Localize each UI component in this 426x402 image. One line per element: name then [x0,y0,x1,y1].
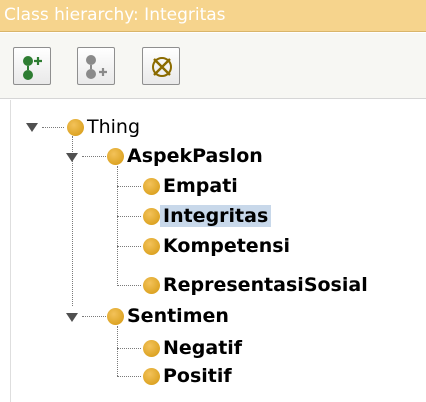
tree-node-kompetensi[interactable]: Kompetensi [143,233,290,259]
tree-node-label: Kompetensi [163,235,291,257]
class-icon [107,147,124,165]
tree-node-integritas[interactable]: Integritas [143,203,272,229]
tree-node-representasisosial[interactable]: RepresentasiSosial [143,272,368,298]
add-subclass-button[interactable] [13,47,51,85]
tree-node-thing[interactable]: Thing [67,114,140,140]
view-title-bar: Class hierarchy: Integritas [0,0,426,32]
tree-connector [117,216,141,217]
add-sibling-class-button[interactable] [77,47,115,85]
tree-node-label: Integritas [160,205,272,227]
tree-connector [82,156,106,157]
tree-connector [117,246,141,247]
tree-node-empati[interactable]: Empati [143,173,238,199]
delete-class-icon [152,57,172,77]
tree-connector [117,166,118,286]
delete-class-button[interactable] [142,47,180,85]
tree-node-label: Thing [87,116,141,138]
add-sibling-class-icon [86,55,107,79]
class-icon [107,307,124,325]
tree-node-label: Negatif [163,337,243,359]
class-icon [67,118,84,136]
class-icon [143,276,160,294]
tree-connector [117,186,141,187]
expand-toggle-sentimen[interactable] [66,313,78,322]
class-icon [143,367,160,385]
tree-connector [42,127,64,128]
tree-node-sentimen[interactable]: Sentimen [107,303,229,329]
tree-left-guide [10,100,11,402]
tree-node-negatif[interactable]: Negatif [143,335,242,361]
class-icon [143,237,160,255]
tree-node-label: Empati [163,175,238,197]
tree-node-positif[interactable]: Positif [143,363,232,389]
tree-connector [117,285,141,286]
add-subclass-icon [23,56,42,80]
class-icon [143,177,160,195]
hierarchy-toolbar [0,33,426,99]
class-icon [143,339,160,357]
tree-node-label: Positif [163,365,232,387]
class-hierarchy-tree: Thing AspekPaslon Empati Integritas Komp… [0,100,426,402]
tree-connector [117,348,141,349]
class-icon [143,207,160,225]
tree-connector [82,316,106,317]
view-title: Class hierarchy: Integritas [4,5,226,25]
tree-connector [117,376,141,377]
tree-node-label: Sentimen [127,305,229,327]
tree-connector [117,326,118,376]
expand-toggle-thing[interactable] [26,123,38,132]
tree-node-label: RepresentasiSosial [163,274,368,296]
tree-node-aspekpaslon[interactable]: AspekPaslon [107,143,263,169]
expand-toggle-aspekpaslon[interactable] [66,153,78,162]
tree-node-label: AspekPaslon [127,145,263,167]
